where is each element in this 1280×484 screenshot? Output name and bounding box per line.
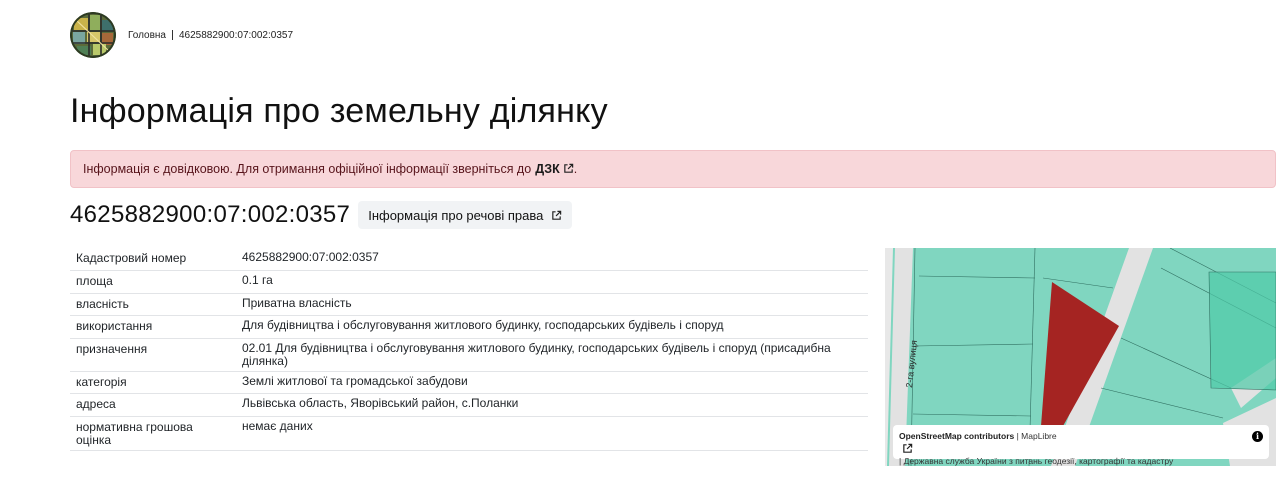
row-key: призначення <box>70 338 236 372</box>
alert-end: . <box>573 162 578 176</box>
row-value: 0.1 га <box>236 270 868 294</box>
table-row: площа 0.1 га <box>70 270 868 294</box>
parcel-map[interactable]: 2-га вулиця OpenStreetMap contributors |… <box>885 248 1276 466</box>
osm-attribution[interactable]: OpenStreetMap contributors <box>899 431 1014 441</box>
header: Головна 4625882900:07:002:0357 <box>70 12 293 58</box>
dzk-link[interactable]: ДЗК <box>535 162 574 176</box>
row-value: Львівська область, Яворівський район, с.… <box>236 393 868 417</box>
map-attribution: OpenStreetMap contributors | MapLibre | … <box>893 425 1269 466</box>
row-key: категорія <box>70 371 236 394</box>
dzk-link-label: ДЗК <box>535 162 560 176</box>
row-value: Приватна власність <box>236 293 868 316</box>
row-key: Кадастровий номер <box>70 248 236 271</box>
row-key: власність <box>70 293 236 316</box>
row-key: використання <box>70 315 236 339</box>
table-row: нормативна грошова оцінка немає даних <box>70 416 868 451</box>
table-row: адреса Львівська область, Яворівський рай… <box>70 393 868 417</box>
property-rights-button[interactable]: Інформація про речові права <box>358 201 573 229</box>
row-key: нормативна грошова оцінка <box>70 416 236 451</box>
row-value: немає даних <box>236 416 868 451</box>
external-link-icon <box>563 163 573 173</box>
property-rights-button-label: Інформація про речові права <box>368 207 544 223</box>
breadcrumb-separator <box>172 30 173 40</box>
parcel-cadastral-number: 4625882900:07:002:0357 <box>70 201 351 228</box>
external-link-icon <box>903 443 913 453</box>
table-row: використання Для будівництва і обслуговув… <box>70 315 868 339</box>
info-alert: Інформація є довідковою. Для отримання о… <box>70 150 1276 188</box>
table-row: Кадастровий номер 4625882900:07:002:0357 <box>70 248 868 271</box>
info-icon[interactable]: i <box>1252 431 1263 442</box>
row-value: 02.01 Для будівництва і обслуговування ж… <box>236 338 868 372</box>
breadcrumb: Головна 4625882900:07:002:0357 <box>128 30 293 41</box>
table-row: власність Приватна власність <box>70 293 868 316</box>
row-key: площа <box>70 270 236 294</box>
page-title: Інформація про земельну ділянку <box>70 92 608 130</box>
table-row: категорія Землі житлової та громадської з… <box>70 371 868 394</box>
row-value: Землі житлової та громадської забудови <box>236 371 868 394</box>
alert-text: Інформація є довідковою. Для отримання о… <box>83 162 532 176</box>
parcel-heading-row: 4625882900:07:002:0357 Інформація про ре… <box>70 200 573 230</box>
breadcrumb-home-link[interactable]: Головна <box>128 30 166 41</box>
row-value: 4625882900:07:002:0357 <box>236 248 868 271</box>
parcel-info-table: Кадастровий номер 4625882900:07:002:0357 … <box>70 248 868 451</box>
cadastre-logo[interactable] <box>70 12 116 58</box>
row-key: адреса <box>70 393 236 417</box>
agency-label: Державна служба України з питань геодезі… <box>903 456 1174 466</box>
external-link-icon <box>552 210 562 220</box>
row-value: Для будівництва і обслуговування житлово… <box>236 315 868 339</box>
maplibre-label: MapLibre <box>1021 431 1057 441</box>
table-row: призначення 02.01 Для будівництва і обслу… <box>70 338 868 372</box>
breadcrumb-current: 4625882900:07:002:0357 <box>179 29 294 41</box>
